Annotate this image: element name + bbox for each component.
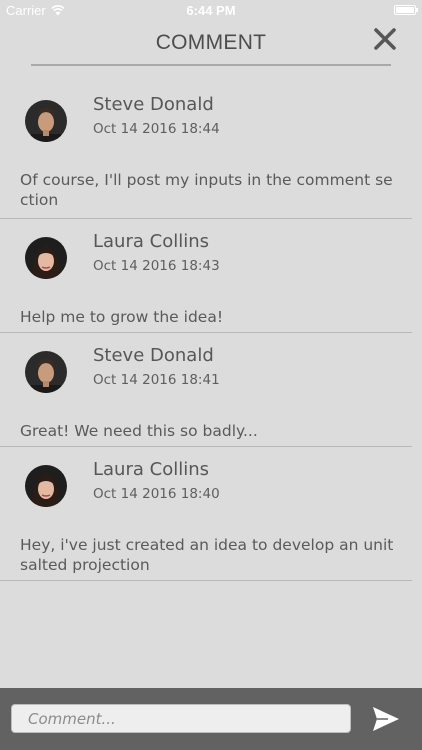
comment-item: Laura Collins Oct 14 2016 18:43 Help me … — [0, 219, 412, 333]
comment-input[interactable] — [11, 704, 351, 733]
comment-text: Of course, I'll post my inputs in the co… — [20, 171, 393, 209]
avatar[interactable] — [25, 465, 67, 507]
battery-icon — [394, 5, 418, 15]
avatar[interactable] — [25, 100, 67, 142]
send-button[interactable] — [372, 706, 400, 732]
comment-time: Oct 14 2016 18:41 — [93, 372, 220, 388]
comment-list: Steve Donald Oct 14 2016 18:44 Of course… — [0, 82, 422, 581]
comment-text: Hey, i've just created an idea to develo… — [20, 536, 394, 574]
send-icon — [373, 707, 399, 731]
status-time: 6:44 PM — [186, 3, 236, 18]
comment-time: Oct 14 2016 18:44 — [93, 121, 220, 137]
comment-author: Steve Donald — [93, 345, 214, 366]
comment-input-bar — [0, 688, 422, 750]
close-icon — [374, 28, 396, 50]
comment-author: Laura Collins — [93, 459, 209, 480]
avatar[interactable] — [25, 237, 67, 279]
comment-item: Laura Collins Oct 14 2016 18:40 Hey, i'v… — [0, 447, 412, 581]
avatar-male-image — [25, 351, 67, 393]
comment-item: Steve Donald Oct 14 2016 18:41 Great! We… — [0, 333, 412, 447]
avatar-female-image — [25, 237, 67, 279]
comment-time: Oct 14 2016 18:40 — [93, 486, 220, 502]
comment-text: Help me to grow the idea! — [20, 308, 224, 326]
avatar[interactable] — [25, 351, 67, 393]
page-title: COMMENT — [155, 31, 267, 54]
comment-text: Great! We need this so badly... — [20, 422, 258, 440]
close-button[interactable] — [372, 26, 398, 52]
status-bar: Carrier 6:44 PM — [0, 0, 422, 22]
avatar-male-image — [25, 100, 67, 142]
comment-author: Steve Donald — [93, 94, 214, 115]
header: COMMENT — [0, 22, 422, 66]
comment-item: Steve Donald Oct 14 2016 18:44 Of course… — [0, 82, 412, 219]
header-divider — [31, 64, 391, 66]
comment-time: Oct 14 2016 18:43 — [93, 258, 220, 274]
avatar-female-image — [25, 465, 67, 507]
comment-author: Laura Collins — [93, 231, 209, 252]
